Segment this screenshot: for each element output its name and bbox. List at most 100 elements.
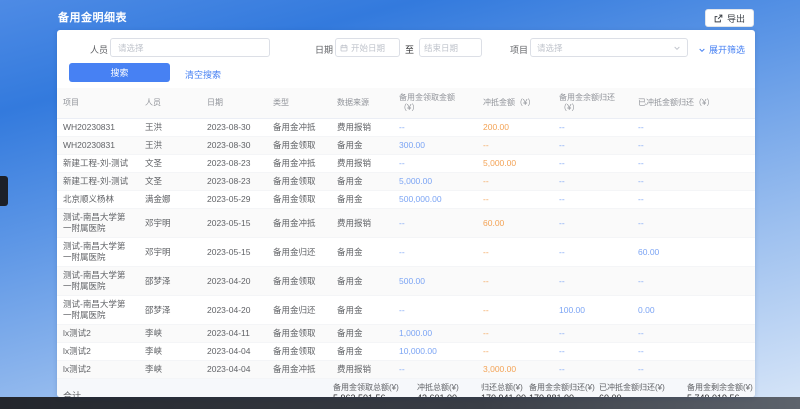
stat-label: 归还总额(¥) — [481, 382, 526, 393]
cell-project: 测试-南昌大学第一附属医院 — [57, 238, 139, 267]
cell-offset-amount: 60.00 — [477, 209, 553, 238]
summary-stat-remaining: 备用金剩余金额(¥) 5,749,019.56 — [687, 382, 753, 397]
summary-stat-received-total: 备用金领取总额(¥) 5,963,501.56 — [333, 382, 399, 397]
header-type: 类型 — [267, 88, 331, 119]
cell-balance-return: -- — [553, 325, 632, 343]
table-container: 项目 人员 日期 类型 数据来源 备用金领取金额（¥） 冲抵金额（¥） 备用金余… — [57, 88, 755, 379]
filter-section: 人员 日期 至 项目 — [57, 30, 755, 88]
project-select[interactable] — [530, 38, 688, 57]
cell-balance-return: -- — [553, 119, 632, 137]
cell-person: 李峡 — [139, 343, 201, 361]
cell-type: 备用金领取 — [267, 137, 331, 155]
table-row: 新建工程-刘-测试文圣2023-08-23备用金领取备用金5,000.00---… — [57, 173, 755, 191]
cell-source: 费用报销 — [331, 119, 393, 137]
cell-source: 备用金 — [331, 296, 393, 325]
export-button-label: 导出 — [727, 12, 745, 25]
table-body: WH20230831王洪2023-08-30备用金冲抵费用报销--200.00-… — [57, 119, 755, 379]
cell-project: 测试-南昌大学第一附属医院 — [57, 209, 139, 238]
cell-project: lx测试2 — [57, 325, 139, 343]
cell-source: 备用金 — [331, 267, 393, 296]
date-start-field[interactable] — [351, 43, 395, 53]
cell-received-amount: 500,000.00 — [393, 191, 477, 209]
cell-balance-return: -- — [553, 267, 632, 296]
header-received-amount: 备用金领取金额（¥） — [393, 88, 477, 119]
export-icon — [714, 14, 723, 23]
table-row: lx测试2李峡2023-04-04备用金冲抵费用报销--3,000.00---- — [57, 361, 755, 379]
cell-offset-amount: 200.00 — [477, 119, 553, 137]
header-balance-return: 备用金余额归还（¥） — [553, 88, 632, 119]
cell-offset-amount: -- — [477, 267, 553, 296]
cell-source: 费用报销 — [331, 209, 393, 238]
cell-source: 费用报销 — [331, 361, 393, 379]
stat-value: 60.00 — [599, 393, 665, 397]
cell-date: 2023-08-23 — [201, 173, 267, 191]
cell-date: 2023-04-04 — [201, 361, 267, 379]
cell-type: 备用金归还 — [267, 296, 331, 325]
project-select-field[interactable] — [537, 43, 673, 53]
cell-date: 2023-05-29 — [201, 191, 267, 209]
person-input[interactable] — [110, 38, 270, 57]
stat-value: 170,881.00 — [529, 393, 595, 397]
cell-received-amount: 500.00 — [393, 267, 477, 296]
cell-project: lx测试2 — [57, 361, 139, 379]
date-to-label: 至 — [405, 43, 414, 56]
cell-offset-return: -- — [632, 191, 755, 209]
cell-project: WH20230831 — [57, 119, 139, 137]
export-button[interactable]: 导出 — [705, 9, 754, 27]
expand-filter-link[interactable]: 展开筛选 — [698, 43, 745, 56]
cell-person: 邵梦泽 — [139, 296, 201, 325]
cell-offset-return: -- — [632, 343, 755, 361]
header-source: 数据来源 — [331, 88, 393, 119]
cell-source: 备用金 — [331, 325, 393, 343]
header-date: 日期 — [201, 88, 267, 119]
cell-offset-amount: -- — [477, 296, 553, 325]
cell-project: 新建工程-刘-测试 — [57, 173, 139, 191]
stat-value: 5,749,019.56 — [687, 393, 753, 397]
cell-person: 李峡 — [139, 325, 201, 343]
cell-type: 备用金冲抵 — [267, 361, 331, 379]
cell-project: 新建工程-刘-测试 — [57, 155, 139, 173]
table-row: lx测试2李峡2023-04-04备用金领取备用金10,000.00------ — [57, 343, 755, 361]
clear-search-link[interactable]: 清空搜索 — [185, 68, 221, 81]
cell-received-amount: -- — [393, 209, 477, 238]
summary-label: 合计 — [63, 389, 81, 397]
cell-received-amount: -- — [393, 361, 477, 379]
cell-offset-return: -- — [632, 209, 755, 238]
cell-person: 邵梦泽 — [139, 267, 201, 296]
date-start-input[interactable] — [335, 38, 400, 57]
cell-date: 2023-08-23 — [201, 155, 267, 173]
cell-date: 2023-04-11 — [201, 325, 267, 343]
cell-source: 备用金 — [331, 238, 393, 267]
cell-project: 测试-南昌大学第一附属医院 — [57, 267, 139, 296]
summary-stat-return-total: 归还总额(¥) 170,941.00 — [481, 382, 526, 397]
cell-date: 2023-05-15 — [201, 209, 267, 238]
sidebar-collapsed-handle[interactable] — [0, 176, 8, 206]
search-button[interactable]: 搜索 — [69, 63, 170, 82]
cell-received-amount: -- — [393, 119, 477, 137]
cell-type: 备用金领取 — [267, 267, 331, 296]
cell-balance-return: -- — [553, 137, 632, 155]
table-row: 测试-南昌大学第一附属医院邓宇明2023-05-15备用金归还备用金------… — [57, 238, 755, 267]
bottom-edge-bar — [0, 397, 800, 409]
header-project: 项目 — [57, 88, 139, 119]
cell-project: 北京顺义杨林 — [57, 191, 139, 209]
page-title: 备用金明细表 — [58, 9, 127, 25]
table-row: 测试-南昌大学第一附属医院邓宇明2023-05-15备用金冲抵费用报销--60.… — [57, 209, 755, 238]
date-end-input[interactable] — [419, 38, 482, 57]
cell-balance-return: -- — [553, 173, 632, 191]
cell-type: 备用金冲抵 — [267, 119, 331, 137]
cell-offset-amount: -- — [477, 191, 553, 209]
cell-received-amount: -- — [393, 238, 477, 267]
cell-offset-return: -- — [632, 325, 755, 343]
cell-received-amount: 1,000.00 — [393, 325, 477, 343]
date-end-field[interactable] — [424, 43, 477, 53]
petty-cash-table: 项目 人员 日期 类型 数据来源 备用金领取金额（¥） 冲抵金额（¥） 备用金余… — [57, 88, 755, 379]
stat-value: 170,941.00 — [481, 393, 526, 397]
stat-label: 已冲抵金额归还(¥) — [599, 382, 665, 393]
summary-stat-offset-total: 冲抵总额(¥) 43,601.00 — [417, 382, 459, 397]
cell-balance-return: -- — [553, 361, 632, 379]
cell-date: 2023-04-04 — [201, 343, 267, 361]
cell-person: 李峡 — [139, 361, 201, 379]
cell-balance-return: -- — [553, 238, 632, 267]
cell-offset-return: 0.00 — [632, 296, 755, 325]
